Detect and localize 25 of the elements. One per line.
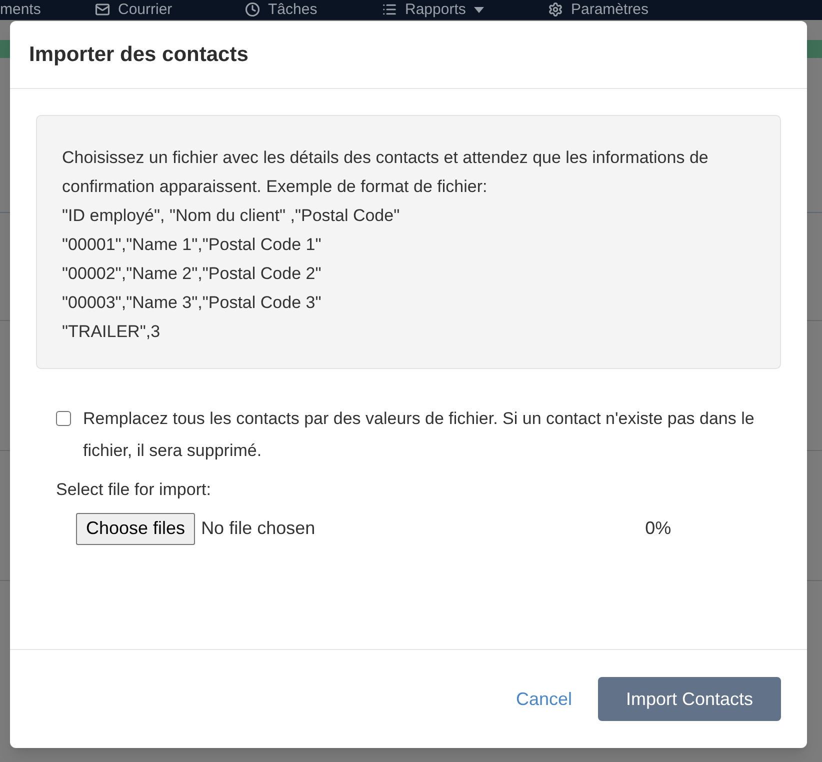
file-status: No file chosen: [201, 517, 316, 540]
nav-link[interactable]: ments: [0, 0, 41, 18]
gear-icon: [548, 2, 563, 17]
example-line: "TRAILER",3: [62, 321, 162, 343]
example-line: "00003","Name 3","Postal Code 3": [62, 292, 322, 314]
info-text: Choisissez un fichier avec les détails des contacts et attendez que les informations de confirmation apparaissent. Exemple de format de fichier:: [62, 147, 710, 198]
nav-link[interactable]: Tâches: [268, 0, 318, 18]
cancel-link[interactable]: Cancel: [504, 678, 584, 720]
envelope-icon: [95, 2, 110, 17]
list-icon: [382, 2, 397, 17]
nav-link[interactable]: Courrier: [118, 0, 172, 18]
example-line: "00002","Name 2","Postal Code 2": [62, 263, 322, 285]
example-line: "00001","Name 1","Postal Code 1": [62, 234, 322, 256]
caret-icon: [474, 6, 484, 12]
import-button[interactable]: Import Contacts: [598, 677, 781, 721]
progress-text: 0%: [645, 517, 672, 540]
nav-link[interactable]: Paramètres: [571, 0, 649, 18]
example-line: "ID employé", "Nom du client" ,"Postal Code": [62, 205, 401, 227]
dialog-title: Importer des contacts: [29, 42, 248, 68]
choose-files-button[interactable]: Choose files: [76, 512, 196, 544]
nav-link[interactable]: Rapports: [405, 0, 466, 18]
checkbox[interactable]: [56, 411, 71, 426]
file-label: Select file for import:: [55, 479, 212, 501]
checkbox-label: Remplacez tous les contacts par des valeurs de fichier. Si un contact n'existe pas dans le fichier, il sera supprimé.: [83, 408, 756, 462]
clock-icon: [245, 2, 260, 17]
